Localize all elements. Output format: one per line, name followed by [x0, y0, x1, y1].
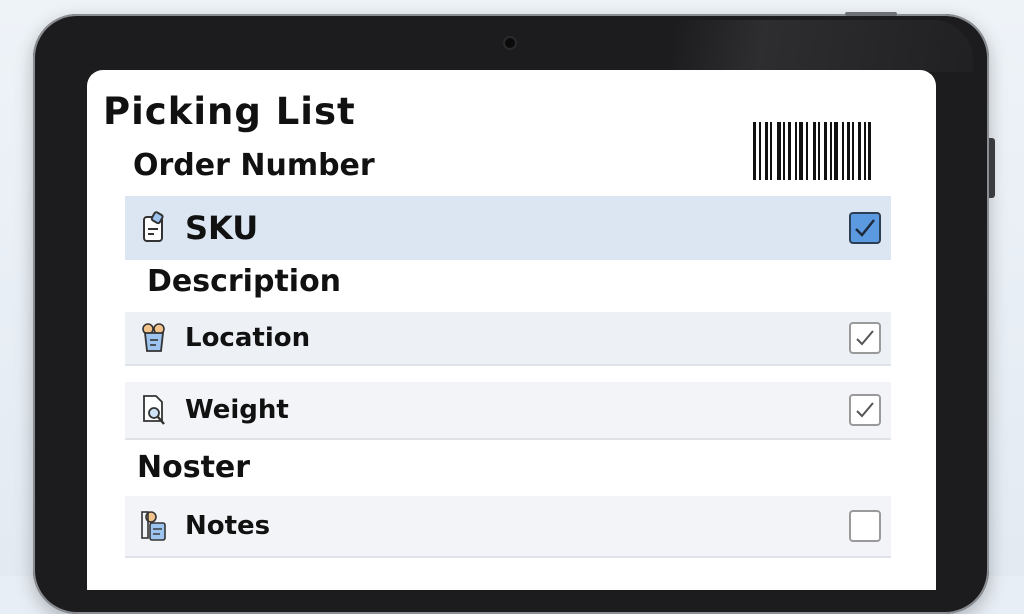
page-title: Picking List [103, 90, 356, 133]
sku-label: SKU [185, 209, 259, 247]
clipboard-tag-icon [139, 210, 169, 246]
person-note-icon [139, 508, 169, 544]
order-number-label: Order Number [133, 148, 375, 183]
bag-receipt-icon [139, 320, 169, 356]
screen: Picking List Order Number SKU Descriptio… [87, 70, 936, 590]
location-label: Location [185, 323, 311, 353]
camera-icon [505, 38, 515, 48]
sku-checkbox[interactable] [849, 212, 881, 244]
notes-label: Notes [185, 511, 271, 541]
weight-label: Weight [185, 395, 289, 425]
notes-checkbox[interactable] [849, 510, 881, 542]
barcode-icon[interactable] [753, 122, 893, 180]
list-item-weight[interactable]: Weight [125, 382, 891, 440]
list-item-location[interactable]: Location [125, 312, 891, 366]
power-button [845, 12, 897, 16]
weight-checkbox[interactable] [849, 394, 881, 426]
location-checkbox[interactable] [849, 322, 881, 354]
document-search-icon [139, 392, 169, 428]
tablet-sheen [673, 20, 973, 72]
list-item-sku[interactable]: SKU [125, 196, 891, 260]
section-description: Description [147, 264, 342, 299]
section-noster: Noster [137, 450, 251, 485]
list-item-notes[interactable]: Notes [125, 496, 891, 558]
volume-button [989, 138, 995, 198]
